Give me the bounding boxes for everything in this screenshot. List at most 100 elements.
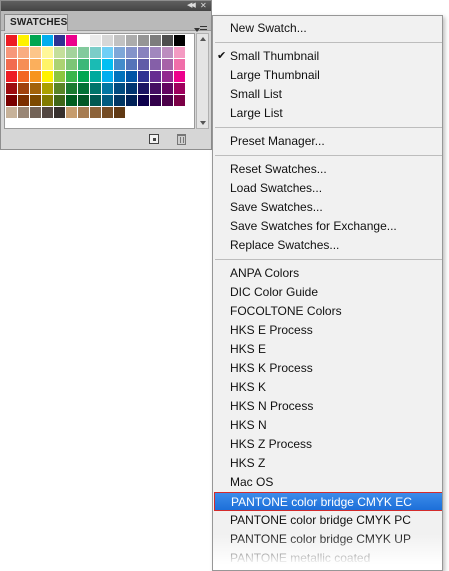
swatch[interactable]	[150, 71, 161, 82]
swatch[interactable]	[18, 107, 29, 118]
collapse-icon[interactable]: ◀◀	[187, 2, 197, 10]
swatch[interactable]	[66, 35, 77, 46]
swatch[interactable]	[78, 95, 89, 106]
swatch[interactable]	[6, 35, 17, 46]
swatch[interactable]	[114, 47, 125, 58]
swatch[interactable]	[90, 95, 101, 106]
swatch[interactable]	[114, 35, 125, 46]
swatch[interactable]	[90, 83, 101, 94]
swatch[interactable]	[54, 59, 65, 70]
menu-item[interactable]: Save Swatches...	[214, 198, 441, 217]
swatch[interactable]	[90, 71, 101, 82]
swatch[interactable]	[54, 95, 65, 106]
menu-item[interactable]: HKS K Process	[214, 359, 441, 378]
swatch[interactable]	[174, 47, 185, 58]
menu-item[interactable]: DIC Color Guide	[214, 283, 441, 302]
swatch[interactable]	[66, 107, 77, 118]
swatch[interactable]	[30, 95, 41, 106]
swatch[interactable]	[162, 95, 173, 106]
menu-item[interactable]: PANTONE color bridge CMYK PC	[214, 511, 441, 530]
swatch[interactable]	[18, 35, 29, 46]
swatch[interactable]	[138, 47, 149, 58]
menu-item[interactable]: Reset Swatches...	[214, 160, 441, 179]
menu-item[interactable]: HKS N	[214, 416, 441, 435]
swatch[interactable]	[90, 35, 101, 46]
menu-item[interactable]: PANTONE color bridge CMYK EC	[214, 492, 442, 511]
swatch[interactable]	[174, 59, 185, 70]
menu-item[interactable]: PANTONE color bridge CMYK UP	[214, 530, 441, 549]
swatch[interactable]	[162, 83, 173, 94]
menu-item[interactable]: HKS E Process	[214, 321, 441, 340]
swatch[interactable]	[102, 107, 113, 118]
swatch[interactable]	[18, 83, 29, 94]
swatch[interactable]	[42, 83, 53, 94]
menu-item[interactable]: Mac OS	[214, 473, 441, 492]
swatch[interactable]	[102, 71, 113, 82]
swatch[interactable]	[54, 107, 65, 118]
swatch[interactable]	[90, 107, 101, 118]
swatch[interactable]	[150, 35, 161, 46]
swatch[interactable]	[126, 47, 137, 58]
panel-title-bar[interactable]: ◀◀ ✕	[1, 1, 211, 11]
menu-item[interactable]: Large List	[214, 104, 441, 123]
menu-item[interactable]: HKS Z	[214, 454, 441, 473]
swatch[interactable]	[90, 47, 101, 58]
swatch[interactable]	[162, 35, 173, 46]
swatch[interactable]	[114, 83, 125, 94]
new-swatch-icon[interactable]	[149, 134, 159, 144]
swatch[interactable]	[78, 47, 89, 58]
swatch[interactable]	[30, 71, 41, 82]
menu-item[interactable]: Small List	[214, 85, 441, 104]
swatch[interactable]	[42, 47, 53, 58]
tab-swatches[interactable]: SWATCHES	[4, 14, 68, 31]
trash-icon[interactable]	[177, 134, 186, 145]
swatch[interactable]	[102, 47, 113, 58]
swatch[interactable]	[78, 71, 89, 82]
swatch[interactable]	[102, 95, 113, 106]
menu-item[interactable]: HKS E	[214, 340, 441, 359]
swatch[interactable]	[6, 47, 17, 58]
swatch[interactable]	[138, 71, 149, 82]
swatch[interactable]	[18, 95, 29, 106]
swatch[interactable]	[162, 71, 173, 82]
menu-item[interactable]: Replace Swatches...	[214, 236, 441, 255]
swatch[interactable]	[162, 47, 173, 58]
swatch[interactable]	[54, 47, 65, 58]
swatch[interactable]	[150, 47, 161, 58]
swatch[interactable]	[66, 83, 77, 94]
swatch[interactable]	[66, 59, 77, 70]
swatch[interactable]	[114, 71, 125, 82]
menu-item[interactable]: Load Swatches...	[214, 179, 441, 198]
swatch[interactable]	[126, 83, 137, 94]
close-icon[interactable]: ✕	[200, 1, 208, 10]
menu-item[interactable]: Large Thumbnail	[214, 66, 441, 85]
swatch[interactable]	[90, 59, 101, 70]
menu-item[interactable]: ANPA Colors	[214, 264, 441, 283]
swatch[interactable]	[6, 59, 17, 70]
menu-item[interactable]: PANTONE metallic coated	[214, 549, 441, 568]
swatch[interactable]	[126, 35, 137, 46]
swatch[interactable]	[102, 35, 113, 46]
swatch[interactable]	[78, 59, 89, 70]
swatch[interactable]	[78, 107, 89, 118]
menu-item[interactable]: New Swatch...	[214, 19, 441, 38]
scroll-up-icon[interactable]	[200, 37, 206, 41]
menu-item[interactable]: HKS N Process	[214, 397, 441, 416]
swatch[interactable]	[174, 83, 185, 94]
swatch[interactable]	[66, 71, 77, 82]
swatch[interactable]	[102, 59, 113, 70]
swatch[interactable]	[174, 95, 185, 106]
swatch[interactable]	[18, 59, 29, 70]
swatch[interactable]	[6, 83, 17, 94]
menu-item[interactable]: Preset Manager...	[214, 132, 441, 151]
swatch[interactable]	[30, 107, 41, 118]
swatch[interactable]	[138, 83, 149, 94]
swatch[interactable]	[78, 83, 89, 94]
swatch[interactable]	[6, 71, 17, 82]
swatch[interactable]	[126, 59, 137, 70]
vertical-scrollbar[interactable]	[196, 33, 209, 129]
swatch[interactable]	[66, 95, 77, 106]
swatch[interactable]	[114, 59, 125, 70]
swatch[interactable]	[6, 107, 17, 118]
swatch[interactable]	[174, 35, 185, 46]
